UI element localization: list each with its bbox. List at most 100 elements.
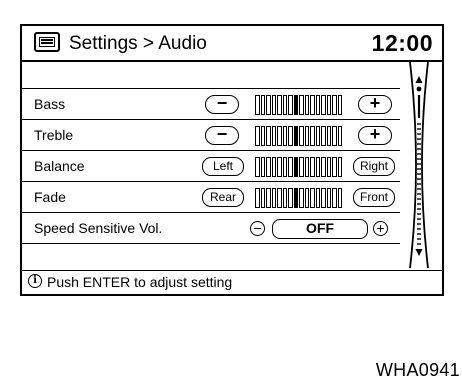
balance-left-button[interactable]: Left (202, 157, 244, 176)
figure-code: WHA0941 (375, 360, 460, 380)
level-segment (282, 126, 287, 146)
fade-label: Fade (34, 189, 66, 205)
level-segment (271, 126, 276, 146)
level-segment (310, 95, 315, 115)
level-segment (293, 95, 298, 115)
level-segment (299, 95, 304, 115)
fade-row[interactable]: Fade Rear Front (22, 182, 400, 213)
speed-vol-decrease-button[interactable]: − (250, 221, 265, 236)
speed-sensitive-vol-row[interactable]: Speed Sensitive Vol. − OFF + (22, 213, 400, 244)
level-segment (304, 95, 309, 115)
title-bar: Settings > Audio 12:00 (22, 26, 442, 62)
level-segment (326, 188, 331, 208)
speed-vol-increase-button[interactable]: + (373, 221, 388, 236)
balance-label: Balance (34, 158, 85, 174)
scroll-down-arrow-icon (415, 249, 423, 256)
level-segment (299, 188, 304, 208)
level-segment (255, 157, 260, 177)
speed-sensitive-vol-label: Speed Sensitive Vol. (34, 220, 163, 236)
clock: 12:00 (371, 30, 433, 56)
level-segment (293, 126, 298, 146)
level-segment (315, 126, 320, 146)
level-segment (299, 126, 304, 146)
fade-level-bar (255, 188, 342, 208)
fade-front-button[interactable]: Front (353, 188, 395, 207)
level-segment (260, 126, 265, 146)
level-segment (304, 157, 309, 177)
fade-rear-button[interactable]: Rear (202, 188, 244, 207)
balance-row[interactable]: Balance Left Right (22, 151, 400, 182)
level-segment (271, 95, 276, 115)
treble-row[interactable]: Treble − + (22, 120, 400, 151)
level-segment (315, 95, 320, 115)
level-segment (299, 157, 304, 177)
level-segment (337, 95, 342, 115)
level-segment (293, 188, 298, 208)
level-segment (282, 157, 287, 177)
level-segment (266, 126, 271, 146)
treble-increase-button[interactable]: + (358, 125, 392, 145)
balance-right-button[interactable]: Right (353, 157, 395, 176)
level-segment (255, 188, 260, 208)
level-segment (321, 95, 326, 115)
level-segment (271, 188, 276, 208)
level-segment (260, 157, 265, 177)
settings-screen-icon (34, 32, 60, 52)
level-segment (337, 157, 342, 177)
bass-decrease-button[interactable]: − (205, 94, 239, 114)
list-spacer-top (22, 62, 400, 89)
speed-vol-value: OFF (272, 219, 368, 239)
treble-decrease-button[interactable]: − (205, 125, 239, 145)
level-segment (310, 188, 315, 208)
level-segment (255, 95, 260, 115)
level-segment (315, 188, 320, 208)
level-segment (260, 188, 265, 208)
audio-settings-screen: Settings > Audio 12:00 Bass − + Treble −… (20, 24, 444, 296)
level-segment (288, 126, 293, 146)
level-segment (304, 188, 309, 208)
level-segment (332, 188, 337, 208)
bass-label: Bass (34, 96, 66, 112)
level-segment (255, 126, 260, 146)
level-segment (326, 157, 331, 177)
scrollbar[interactable] (406, 62, 432, 268)
level-segment (321, 157, 326, 177)
balance-level-bar (255, 157, 342, 177)
level-segment (271, 157, 276, 177)
level-segment (288, 188, 293, 208)
level-segment (310, 157, 315, 177)
level-segment (337, 188, 342, 208)
scroll-track (417, 123, 421, 245)
level-segment (332, 95, 337, 115)
status-bar: i Push ENTER to adjust setting (22, 270, 442, 294)
level-segment (321, 188, 326, 208)
level-segment (310, 126, 315, 146)
level-segment (282, 188, 287, 208)
info-icon: i (28, 274, 42, 288)
level-segment (260, 95, 265, 115)
level-segment (266, 157, 271, 177)
level-segment (326, 126, 331, 146)
treble-label: Treble (34, 127, 74, 143)
status-message: Push ENTER to adjust setting (47, 274, 233, 290)
treble-level-bar (255, 126, 342, 146)
bass-increase-button[interactable]: + (358, 94, 392, 114)
level-segment (288, 95, 293, 115)
level-segment (277, 95, 282, 115)
level-segment (293, 157, 298, 177)
level-segment (321, 126, 326, 146)
scroll-thumb (416, 86, 422, 118)
level-segment (326, 95, 331, 115)
level-segment (332, 157, 337, 177)
level-segment (288, 157, 293, 177)
bass-row[interactable]: Bass − + (22, 89, 400, 120)
level-segment (277, 157, 282, 177)
level-segment (266, 95, 271, 115)
level-segment (332, 126, 337, 146)
level-segment (337, 126, 342, 146)
level-segment (315, 157, 320, 177)
bass-level-bar (255, 95, 342, 115)
page-title: Settings > Audio (69, 33, 207, 54)
scroll-up-arrow-icon (415, 76, 423, 83)
level-segment (304, 126, 309, 146)
